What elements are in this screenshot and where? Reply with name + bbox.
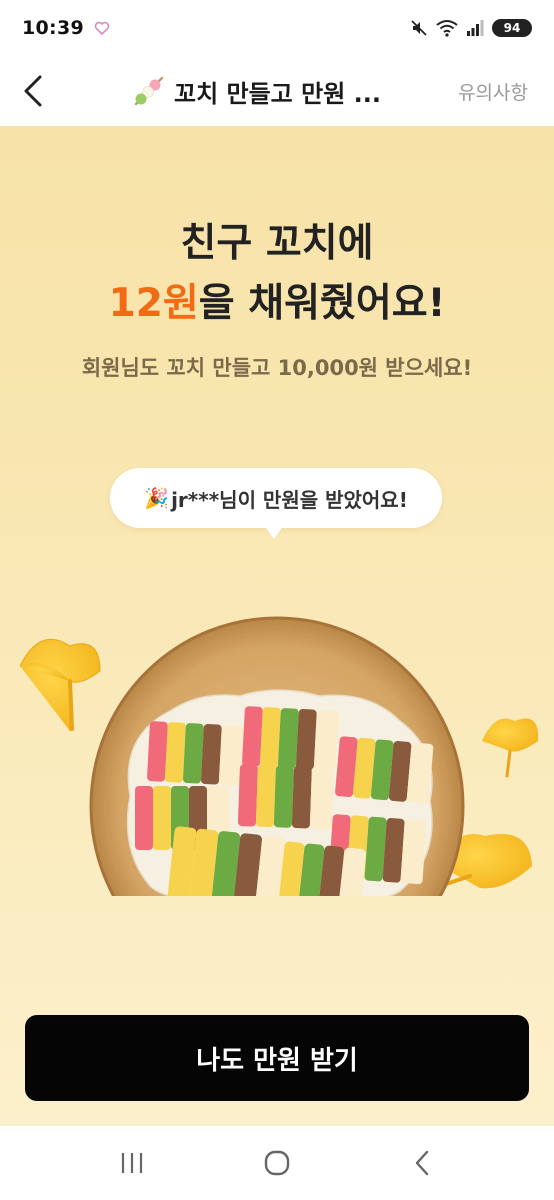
notice-link[interactable]: 유의사항	[458, 56, 528, 126]
party-popper-icon: 🎉	[144, 486, 170, 510]
headline-amount: 12원	[108, 281, 199, 326]
ginkgo-leaf-right-top	[482, 718, 539, 778]
main-content: 친구 꼬치에 12원을 채워줬어요! 회원님도 꼬치 만들고 10,000원 받…	[0, 126, 554, 1126]
recent-apps-icon	[122, 1153, 143, 1173]
chevron-left-icon	[24, 75, 42, 107]
battery-level: 94	[503, 21, 521, 35]
nav-back-button[interactable]	[392, 1133, 452, 1193]
notice-bubble: 🎉 jr***님이 만원을 받았어요!	[110, 468, 442, 528]
status-icons: 94	[410, 19, 532, 37]
ginkgo-leaf-left	[19, 638, 101, 731]
app-header: 꼬치 만들고 만원 ... 유의사항	[0, 56, 554, 126]
bubble-text: jr***님이 만원을 받았어요!	[171, 487, 408, 512]
header-title-group: 꼬치 만들고 만원 ...	[132, 56, 381, 126]
skewer-icon	[134, 76, 164, 106]
heart-outline-icon	[94, 21, 110, 36]
headline-line2: 12원을 채워줬어요!	[0, 274, 554, 334]
status-bar: 10:39 94	[0, 0, 554, 56]
skewer-basket-illustration	[19, 616, 539, 896]
headline: 친구 꼬치에 12원을 채워줬어요!	[0, 214, 554, 334]
back-button[interactable]	[0, 56, 66, 126]
status-time: 10:39	[22, 17, 84, 39]
wifi-icon	[436, 20, 458, 37]
subline: 회원님도 꼬치 만들고 10,000원 받으세요!	[81, 356, 473, 380]
page-title: 꼬치 만들고 만원 ...	[174, 79, 381, 108]
get-reward-button[interactable]: 나도 만원 받기	[25, 1015, 529, 1101]
home-button[interactable]	[247, 1133, 307, 1193]
signal-icon	[467, 20, 484, 36]
bubble-tail	[264, 525, 284, 539]
headline-rest: 을 채워줬어요!	[198, 281, 446, 326]
back-icon	[415, 1150, 428, 1176]
mute-icon	[411, 20, 427, 36]
recent-apps-button[interactable]	[102, 1133, 162, 1193]
system-nav-bar	[0, 1126, 554, 1200]
home-icon	[264, 1150, 290, 1176]
headline-line1: 친구 꼬치에	[180, 221, 374, 266]
battery-icon: 94	[492, 19, 532, 37]
